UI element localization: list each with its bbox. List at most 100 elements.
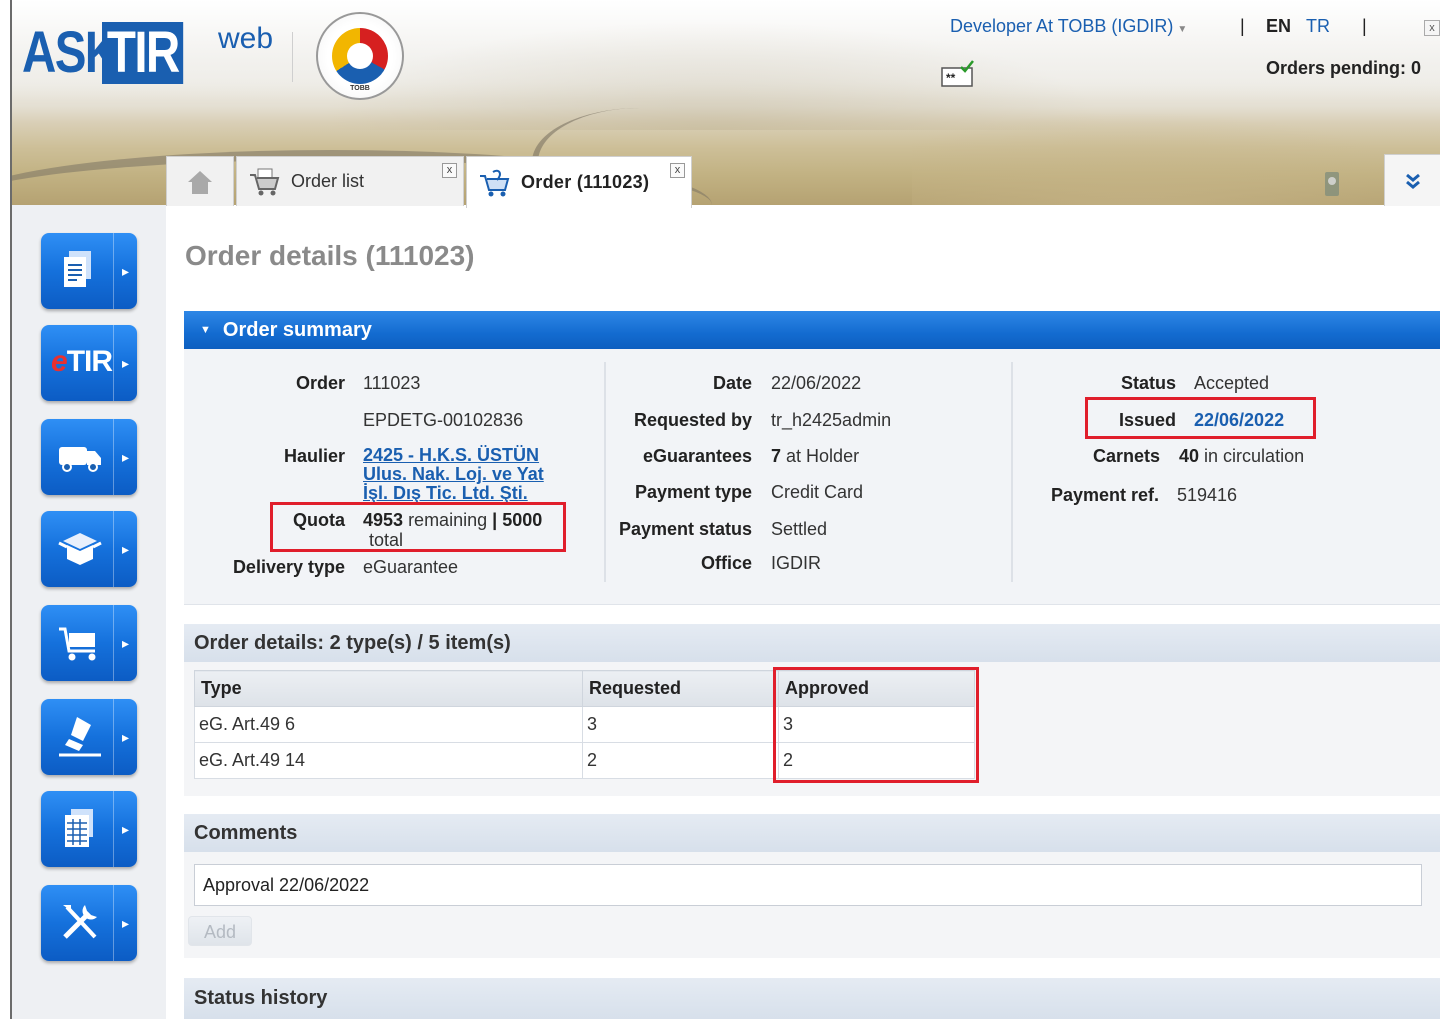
requested-by-value: tr_h2425admin bbox=[771, 410, 892, 430]
page-title: Order details (111023) bbox=[185, 240, 475, 271]
chevron-right-icon: ▸ bbox=[113, 511, 137, 587]
cart-icon bbox=[59, 627, 96, 661]
order-details-header[interactable]: Order details: 2 type(s) / 5 item(s) bbox=[184, 624, 1440, 662]
tab-label: Order (111023) bbox=[521, 172, 650, 192]
tab-order-111023[interactable]: Order (111023) x bbox=[466, 156, 692, 208]
user-menu-dropdown[interactable]: Developer At TOBB (IGDIR) ▼ bbox=[950, 16, 1187, 37]
payment-type-label: Payment type bbox=[634, 482, 752, 502]
chevron-right-icon: ▸ bbox=[113, 419, 137, 495]
sidebar-item-stamp[interactable]: ▸ bbox=[41, 699, 137, 775]
chevron-right-icon: ▸ bbox=[113, 325, 137, 401]
tab-label: Order list bbox=[291, 171, 365, 191]
chevron-right-icon: ▸ bbox=[113, 699, 137, 775]
fuel-icon bbox=[1325, 172, 1339, 196]
sidebar-item-reports[interactable]: ▸ bbox=[41, 791, 137, 867]
report-table-icon bbox=[65, 809, 93, 847]
date-value: 22/06/2022 bbox=[771, 373, 862, 393]
documents-icon bbox=[64, 251, 91, 287]
quota-highlight bbox=[270, 502, 566, 552]
section-title: Order summary bbox=[222, 318, 372, 341]
delivery-type-label: Delivery type bbox=[232, 557, 345, 577]
home-icon bbox=[188, 170, 212, 194]
logo-web: web bbox=[218, 22, 274, 55]
package-icon bbox=[58, 533, 102, 565]
status-label: Status bbox=[1120, 373, 1176, 393]
payment-status-value: Settled bbox=[771, 519, 828, 539]
sidebar-item-transport[interactable]: ▸ bbox=[41, 419, 137, 495]
column-divider bbox=[1011, 362, 1013, 582]
office-value: IGDIR bbox=[771, 553, 822, 573]
eguarantees-value: 7 at Holder bbox=[771, 446, 860, 466]
close-icon[interactable]: x bbox=[670, 163, 685, 178]
payment-status-label: Payment status bbox=[618, 519, 752, 539]
sidebar-item-cart[interactable]: ▸ bbox=[41, 605, 137, 681]
status-history-header[interactable]: Status history bbox=[184, 978, 1440, 1019]
section-title: Order details: 2 type(s) / 5 item(s) bbox=[194, 631, 511, 654]
tobb-seal-logo: TOBB bbox=[316, 12, 404, 100]
separator: | bbox=[1362, 16, 1367, 36]
section-title: Comments bbox=[194, 821, 298, 844]
issued-highlight bbox=[1085, 397, 1316, 439]
requested-cell: 3 bbox=[582, 706, 779, 743]
tab-home[interactable] bbox=[166, 156, 234, 206]
requested-cell: 2 bbox=[582, 742, 779, 779]
chevron-right-icon: ▸ bbox=[113, 233, 137, 309]
logo-tir: TIR bbox=[102, 22, 184, 84]
office-label: Office bbox=[700, 553, 752, 573]
payment-ref-label: Payment ref. bbox=[1050, 485, 1159, 505]
stamp-icon bbox=[59, 717, 101, 757]
approved-highlight bbox=[773, 667, 979, 783]
lang-en[interactable]: EN bbox=[1266, 16, 1291, 37]
pending-orders-icon[interactable]: ** bbox=[941, 60, 975, 88]
payment-type-value: Credit Card bbox=[771, 482, 864, 502]
date-label: Date bbox=[712, 373, 752, 393]
logo-divider bbox=[292, 32, 293, 82]
haulier-label: Haulier bbox=[283, 446, 345, 466]
svg-text:**: ** bbox=[946, 71, 956, 85]
lang-tr[interactable]: TR bbox=[1306, 16, 1330, 37]
sidebar-item-tools[interactable]: ▸ bbox=[41, 885, 137, 961]
sidebar: ▸ eTIR ▸ ▸ ▸ ▸ ▸ ▸ ▸ bbox=[12, 205, 166, 1019]
sidebar-item-package[interactable]: ▸ bbox=[41, 511, 137, 587]
order-value: 111023 bbox=[363, 373, 421, 393]
chevron-right-icon: ▸ bbox=[113, 791, 137, 867]
haulier-link[interactable]: 2425 - H.K.S. ÜSTÜN Ulus. Nak. Loj. ve Y… bbox=[363, 446, 544, 503]
separator: | bbox=[1240, 16, 1245, 36]
truck-icon bbox=[59, 447, 101, 472]
tab-order-list[interactable]: Order list x bbox=[236, 156, 464, 206]
column-header-type[interactable]: Type bbox=[194, 670, 583, 707]
type-cell: eG. Art.49 6 bbox=[194, 706, 583, 743]
column-divider bbox=[604, 362, 606, 582]
type-cell: eG. Art.49 14 bbox=[194, 742, 583, 779]
payment-ref-value: 519416 bbox=[1177, 485, 1238, 505]
order-summary-header[interactable]: ▼ Order summary bbox=[184, 311, 1440, 349]
cart-order-icon bbox=[480, 169, 510, 196]
status-value: Accepted bbox=[1194, 373, 1270, 393]
section-title: Status history bbox=[194, 987, 328, 1009]
eguarantees-label: eGuarantees bbox=[642, 446, 752, 466]
sidebar-item-etir[interactable]: eTIR ▸ bbox=[41, 325, 137, 401]
add-comment-button[interactable]: Add bbox=[188, 916, 252, 946]
cart-list-icon bbox=[250, 168, 280, 195]
close-icon[interactable]: x bbox=[442, 163, 457, 178]
orders-pending: Orders pending: 0 bbox=[1266, 58, 1422, 78]
requested-by-label: Requested by bbox=[633, 410, 752, 430]
close-icon[interactable]: x bbox=[1424, 20, 1440, 36]
delivery-type-value: eGuarantee bbox=[363, 557, 459, 577]
etir-icon: eTIR bbox=[51, 345, 113, 378]
tools-icon bbox=[63, 905, 97, 939]
comment-entry[interactable]: Approval 22/06/2022 bbox=[194, 864, 1422, 906]
carnets-value: 40 in circulation bbox=[1179, 446, 1305, 466]
chevron-right-icon: ▸ bbox=[113, 605, 137, 681]
chevron-right-icon: ▸ bbox=[113, 885, 137, 961]
order-label: Order bbox=[295, 373, 345, 393]
double-chevron-down-icon[interactable] bbox=[1384, 154, 1440, 206]
comments-header[interactable]: Comments bbox=[184, 814, 1440, 852]
triangle-down-icon: ▼ bbox=[200, 324, 211, 336]
order-ref: EPDETG-00102836 bbox=[363, 410, 524, 430]
column-header-requested[interactable]: Requested bbox=[582, 670, 779, 707]
asktir-logo[interactable]: ASK TIR web bbox=[22, 22, 273, 84]
sidebar-item-documents[interactable]: ▸ bbox=[41, 233, 137, 309]
carnets-label: Carnets bbox=[1092, 446, 1160, 466]
chevron-down-icon: ▼ bbox=[1177, 24, 1188, 35]
